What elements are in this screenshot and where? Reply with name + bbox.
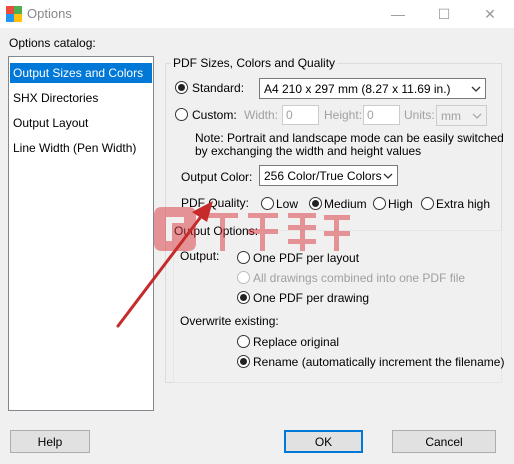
title-bar: Options — ☐ ✕ xyxy=(0,0,514,28)
output-label: Output: xyxy=(180,249,220,263)
options-catalog-list[interactable]: Output Sizes and Colors SHX Directories … xyxy=(8,56,154,411)
catalog-item-line-width[interactable]: Line Width (Pen Width) xyxy=(10,138,152,158)
one-pdf-per-drawing-radio[interactable] xyxy=(237,291,250,304)
height-label: Height: xyxy=(324,108,363,122)
quality-low-label: Low xyxy=(276,197,299,211)
maximize-icon: ☐ xyxy=(437,5,451,22)
replace-original-radio[interactable] xyxy=(237,335,250,348)
catalog-item-shx-directories[interactable]: SHX Directories xyxy=(10,88,152,108)
window-title: Options xyxy=(27,6,72,21)
pdf-sizes-group-title: PDF Sizes, Colors and Quality xyxy=(171,56,338,70)
height-value: 0 xyxy=(367,108,374,122)
custom-label: Custom: xyxy=(192,108,237,122)
units-value: mm xyxy=(441,109,461,123)
one-pdf-per-layout-label: One PDF per layout xyxy=(253,251,360,265)
catalog-label: Options catalog: xyxy=(9,36,96,50)
quality-extra-high-radio[interactable] xyxy=(421,197,434,210)
quality-low-radio[interactable] xyxy=(261,197,274,210)
help-button[interactable]: Help xyxy=(10,430,90,453)
close-icon: ✕ xyxy=(484,5,496,22)
quality-high-label: High xyxy=(388,197,413,211)
quality-medium-radio[interactable] xyxy=(309,197,322,210)
ok-button-label: OK xyxy=(314,434,333,449)
size-note-line2: by exchanging the width and height value… xyxy=(195,144,422,158)
close-button[interactable]: ✕ xyxy=(470,0,510,28)
catalog-item-output-layout[interactable]: Output Layout xyxy=(10,113,152,133)
standard-size-select[interactable]: A4 210 x 297 mm (8.27 x 11.69 in.) xyxy=(259,78,486,99)
minimize-button[interactable]: — xyxy=(378,0,418,28)
all-drawings-combined-label: All drawings combined into one PDF file xyxy=(253,271,466,285)
units-label: Units: xyxy=(404,108,435,122)
width-label: Width: xyxy=(244,108,279,122)
cancel-button-label: Cancel xyxy=(425,434,463,449)
chevron-down-icon xyxy=(471,86,481,92)
one-pdf-per-drawing-label: One PDF per drawing xyxy=(253,291,370,305)
size-note-line1: Note: Portrait and landscape mode can be… xyxy=(195,131,504,145)
width-field[interactable]: 0 xyxy=(282,105,319,125)
rename-radio[interactable] xyxy=(237,355,250,368)
catalog-item-output-sizes[interactable]: Output Sizes and Colors xyxy=(10,63,152,83)
width-value: 0 xyxy=(286,108,293,122)
pdf-quality-label: PDF Quality: xyxy=(181,196,250,210)
output-color-value: 256 Color/True Colors xyxy=(264,169,382,183)
cancel-button[interactable]: Cancel xyxy=(392,430,496,453)
chevron-down-icon xyxy=(472,113,482,119)
overwrite-existing-label: Overwrite existing: xyxy=(180,314,279,328)
standard-label: Standard: xyxy=(192,81,245,95)
output-color-label: Output Color: xyxy=(181,170,253,184)
output-options-group-title: Output Options: xyxy=(172,224,261,238)
ok-button[interactable]: OK xyxy=(284,430,363,453)
height-field[interactable]: 0 xyxy=(363,105,400,125)
app-icon xyxy=(6,6,22,22)
output-color-select[interactable]: 256 Color/True Colors xyxy=(259,165,398,186)
custom-radio[interactable] xyxy=(175,108,188,121)
minimize-icon: — xyxy=(391,6,405,22)
help-button-label: Help xyxy=(37,434,63,449)
maximize-button[interactable]: ☐ xyxy=(424,0,464,28)
standard-radio[interactable] xyxy=(175,81,188,94)
rename-label: Rename (automatically increment the file… xyxy=(253,355,505,369)
standard-size-value: A4 210 x 297 mm (8.27 x 11.69 in.) xyxy=(264,82,451,96)
quality-medium-label: Medium xyxy=(324,197,367,211)
quality-high-radio[interactable] xyxy=(373,197,386,210)
units-select[interactable]: mm xyxy=(436,105,487,126)
chevron-down-icon xyxy=(383,173,393,179)
replace-original-label: Replace original xyxy=(253,335,340,349)
one-pdf-per-layout-radio[interactable] xyxy=(237,251,250,264)
quality-extra-high-label: Extra high xyxy=(436,197,491,211)
all-drawings-combined-radio[interactable] xyxy=(237,271,250,284)
